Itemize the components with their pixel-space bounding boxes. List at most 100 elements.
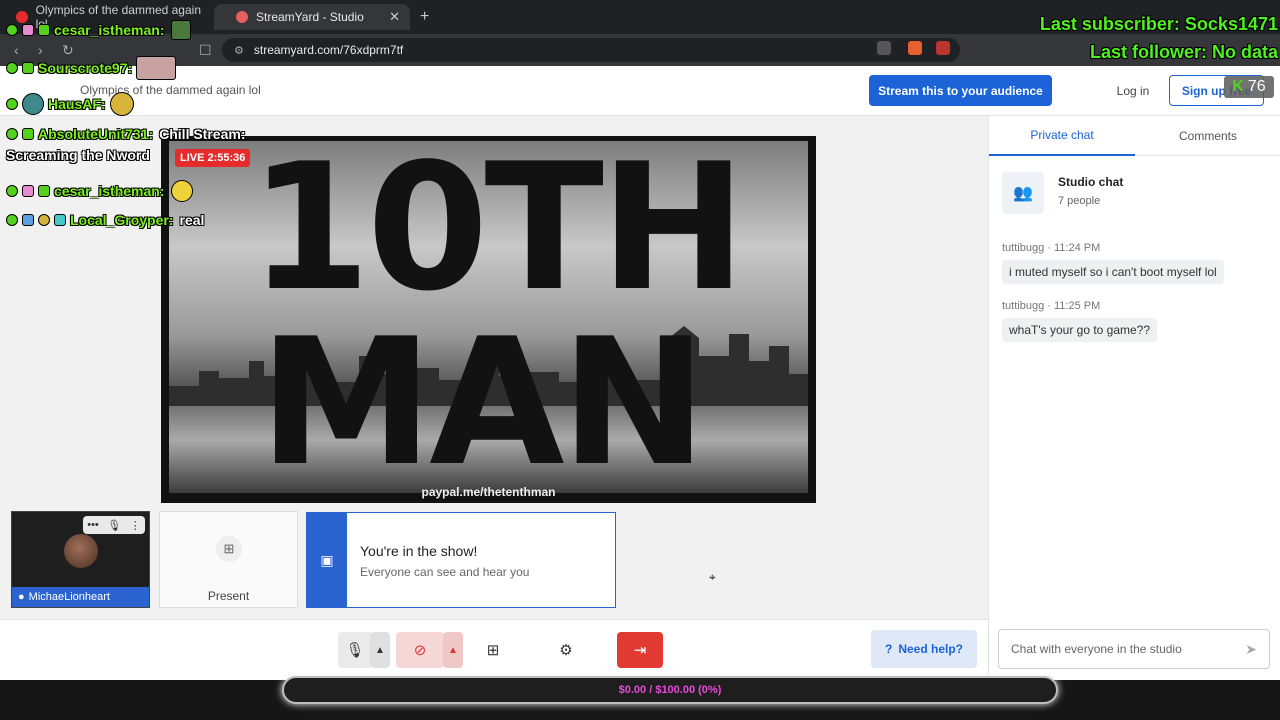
overlay-message: real bbox=[179, 212, 205, 228]
message-user: tuttibugg bbox=[1002, 242, 1045, 254]
sub-badge-icon bbox=[22, 62, 34, 74]
share-icon[interactable] bbox=[877, 41, 891, 55]
studio-chat-name: Studio chat bbox=[1058, 175, 1124, 189]
address-bar[interactable]: ⚙ streamyard.com/76xdprm7tf bbox=[222, 38, 960, 62]
in-show-title: You're in the show! bbox=[360, 543, 478, 559]
overlay-chat-line: AbsoluteUnit731: Chill Stream: bbox=[6, 126, 245, 142]
stream-banner-image: 10TH MAN bbox=[169, 141, 808, 493]
overlay-user: cesar_istheman: bbox=[54, 183, 165, 199]
overlay-user: Sourscrote97: bbox=[38, 60, 133, 76]
need-help-button[interactable]: ? Need help? bbox=[871, 630, 977, 668]
message-user: tuttibugg bbox=[1002, 300, 1045, 312]
chevron-up-icon[interactable]: ▲ bbox=[370, 632, 390, 668]
participant-name-bar: ● MichaeLionheart bbox=[12, 587, 149, 607]
sub-badge-icon bbox=[38, 24, 50, 36]
paypal-caption: paypal.me/thetenthman bbox=[421, 485, 556, 499]
kick-icon: K bbox=[1232, 78, 1244, 95]
overlay-message-continuation: Screaming the Nword bbox=[6, 147, 150, 163]
message-time: 11:25 PM bbox=[1053, 300, 1101, 312]
goal-text: $0.00 / $100.00 (0%) bbox=[618, 684, 722, 696]
mouse-cursor-icon: ⌖ bbox=[709, 570, 716, 584]
leave-icon[interactable]: ⇥ bbox=[617, 632, 663, 668]
message-time: 11:24 PM bbox=[1053, 242, 1101, 254]
camera-off-icon[interactable]: ⊘ bbox=[396, 632, 444, 668]
participant-name: MichaeLionheart bbox=[28, 591, 110, 603]
message-bubble: i muted myself so i can't boot myself lo… bbox=[1002, 260, 1224, 284]
message-meta: tuttibugg · 11:24 PM bbox=[1002, 242, 1101, 254]
sub-badge-icon bbox=[54, 214, 66, 226]
viewer-count-value: 76 bbox=[1247, 78, 1266, 95]
brave-shield-icon[interactable] bbox=[908, 41, 922, 55]
present-button[interactable]: ⊞ Present bbox=[159, 511, 298, 608]
participant-avatar bbox=[64, 534, 98, 568]
help-icon: ? bbox=[884, 642, 893, 656]
message-bubble: whaT's your go to game?? bbox=[1002, 318, 1158, 342]
platform-icon bbox=[6, 98, 18, 110]
studio-chat-people: 7 people bbox=[1058, 195, 1101, 207]
tab-private-chat[interactable]: Private chat bbox=[989, 116, 1135, 156]
people-icon: 👥 bbox=[1002, 172, 1044, 214]
tab-comments[interactable]: Comments bbox=[1135, 116, 1280, 156]
platform-icon bbox=[6, 24, 18, 36]
url-text: streamyard.com/76xdprm7tf bbox=[253, 43, 404, 57]
help-label: Need help? bbox=[898, 642, 964, 656]
last-subscriber-label: Last subscriber: Socks1471 bbox=[1039, 14, 1278, 34]
smiley-emote-icon bbox=[170, 180, 193, 202]
overlay-chat-line: cesar_istheman: bbox=[6, 20, 195, 40]
studio-header: Olympics of the dammed again lol Stream … bbox=[0, 66, 1280, 116]
banner-text-line2: MAN bbox=[259, 302, 707, 503]
banner-text-line1: 10TH bbox=[249, 136, 746, 330]
more-dots-icon[interactable]: ••• bbox=[87, 519, 99, 531]
donation-goal-bar: $0.00 / $100.00 (0%) bbox=[282, 676, 1058, 704]
platform-icon bbox=[6, 62, 18, 74]
studio-chat-header: 👥 Studio chat 7 people bbox=[1002, 172, 1268, 214]
chevron-up-icon[interactable]: ▲ bbox=[443, 632, 463, 668]
overlay-user: AbsoluteUnit731: bbox=[38, 126, 154, 142]
overlay-chat-line: Sourscrote97: bbox=[6, 56, 180, 80]
settings-icon[interactable]: ⚙ bbox=[548, 632, 584, 668]
gift-badge-icon bbox=[22, 185, 34, 197]
last-follower-label: Last follower: No data bbox=[1089, 42, 1278, 62]
overlay-user: cesar_istheman: bbox=[54, 22, 165, 38]
microphone-icon[interactable]: 🎙 bbox=[107, 519, 121, 532]
browser-tab-streamyard[interactable]: StreamYard - Studio ✕ bbox=[214, 4, 410, 30]
kebab-menu-icon[interactable]: ⋮ bbox=[130, 519, 141, 532]
site-info-icon[interactable]: ⚙ bbox=[234, 44, 244, 57]
chat-panel: Private chat Comments 👥 Studio chat 7 pe… bbox=[988, 116, 1280, 680]
message-meta: tuttibugg · 11:25 PM bbox=[1002, 300, 1101, 312]
in-show-subtitle: Everyone can see and hear you bbox=[360, 565, 530, 579]
verified-badge-icon bbox=[22, 214, 34, 226]
stage-video: 10TH MAN bbox=[161, 136, 816, 503]
overlay-message: Chill Stream: bbox=[159, 126, 246, 142]
platform-icon bbox=[6, 128, 18, 140]
participant-camera-tile[interactable]: ••• 🎙 ⋮ ● MichaeLionheart bbox=[11, 511, 150, 608]
login-button[interactable]: Log in bbox=[1108, 75, 1158, 106]
bookmark-icon[interactable]: ☐ bbox=[199, 42, 212, 59]
microphone-icon[interactable]: 🎙 bbox=[338, 632, 372, 668]
chat-input-placeholder: Chat with everyone in the studio bbox=[1011, 642, 1182, 656]
tier-one-badge-icon bbox=[38, 214, 50, 226]
overlay-chat-line: HausAF: bbox=[6, 92, 138, 116]
screen-share-icon[interactable]: ⊞ bbox=[475, 632, 511, 668]
tile-controls: ••• 🎙 ⋮ bbox=[83, 516, 145, 534]
gift-badge-icon bbox=[22, 24, 34, 36]
overlay-chat-line: Local_Groyper: real bbox=[6, 212, 204, 228]
brave-rewards-icon[interactable] bbox=[936, 41, 950, 55]
plus-icon[interactable]: + bbox=[420, 8, 429, 26]
person-icon: ● bbox=[18, 591, 25, 603]
close-icon[interactable]: ✕ bbox=[389, 9, 400, 25]
present-label: Present bbox=[207, 589, 250, 603]
in-show-notice: ▣ You're in the show! Everyone can see a… bbox=[306, 512, 616, 608]
platform-icon bbox=[6, 214, 18, 226]
sub-badge-icon bbox=[22, 128, 34, 140]
avatar-emote-icon bbox=[22, 93, 44, 115]
live-timer-badge: LIVE 2:55:36 bbox=[175, 149, 251, 167]
sub-badge-icon bbox=[38, 185, 50, 197]
streamyard-icon bbox=[236, 11, 248, 23]
chat-input[interactable]: Chat with everyone in the studio ➤ bbox=[998, 629, 1270, 669]
overlay-chat-line: cesar_istheman: bbox=[6, 180, 197, 202]
stream-to-audience-button[interactable]: Stream this to your audience bbox=[869, 75, 1052, 106]
send-icon[interactable]: ➤ bbox=[1245, 641, 1257, 658]
overlay-user: Local_Groyper: bbox=[70, 212, 174, 228]
overlay-user: HausAF: bbox=[48, 96, 106, 112]
